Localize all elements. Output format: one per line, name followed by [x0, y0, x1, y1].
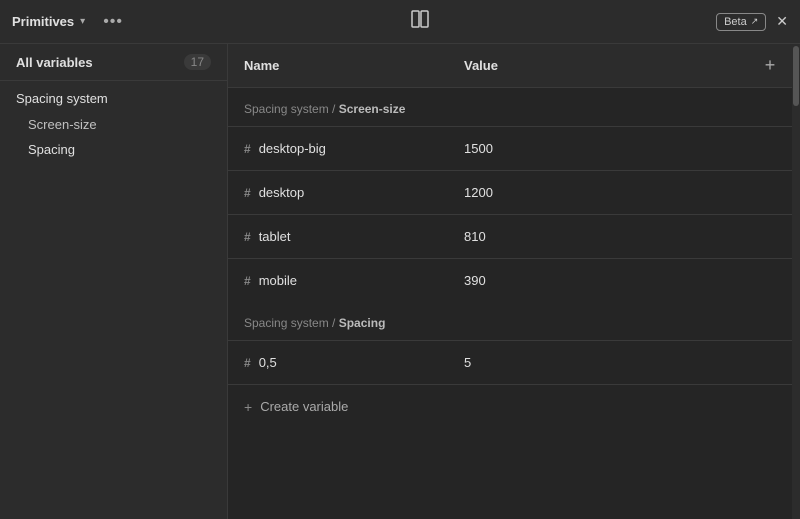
- main-layout: All variables 17 Spacing system Screen-s…: [0, 44, 800, 519]
- hash-icon: #: [244, 186, 251, 200]
- beta-badge[interactable]: Beta ↗: [716, 13, 766, 31]
- table-row[interactable]: # desktop-big 1500: [228, 126, 792, 170]
- beta-label: Beta: [724, 16, 747, 28]
- content-area: Name Value + Spacing system / Screen-siz…: [228, 44, 792, 519]
- layout-icon[interactable]: [410, 9, 430, 34]
- sidebar-group-label[interactable]: Spacing system: [16, 91, 211, 106]
- plus-icon: +: [244, 399, 252, 415]
- scrollbar[interactable]: [792, 44, 800, 519]
- chevron-icon[interactable]: ▾: [80, 16, 85, 27]
- scrollbar-thumb[interactable]: [793, 46, 799, 106]
- row-name: # desktop-big: [228, 141, 448, 156]
- close-button[interactable]: ✕: [776, 13, 788, 30]
- row-name: # tablet: [228, 229, 448, 244]
- table-row[interactable]: # 0,5 5: [228, 340, 792, 384]
- sidebar: All variables 17 Spacing system Screen-s…: [0, 44, 228, 519]
- row-value[interactable]: 390: [448, 273, 748, 288]
- create-variable-row[interactable]: + Create variable: [228, 384, 792, 428]
- row-name: # mobile: [228, 273, 448, 288]
- title-center: [410, 9, 430, 34]
- col-value-header: Value: [448, 58, 748, 73]
- title-bar: Primitives ▾ ••• Beta ↗ ✕: [0, 0, 800, 44]
- add-variable-button[interactable]: +: [748, 44, 792, 87]
- table-row[interactable]: # mobile 390: [228, 258, 792, 302]
- table-header: Name Value +: [228, 44, 792, 88]
- create-variable-label: Create variable: [260, 399, 348, 414]
- section-header-screen-size: Spacing system / Screen-size: [228, 88, 792, 126]
- panel-title: Primitives: [12, 14, 74, 29]
- section-header-spacing: Spacing system / Spacing: [228, 302, 792, 340]
- title-left: Primitives ▾ •••: [12, 13, 123, 31]
- hash-icon: #: [244, 142, 251, 156]
- more-options-icon[interactable]: •••: [103, 13, 123, 31]
- row-value[interactable]: 5: [448, 355, 748, 370]
- sidebar-item-spacing[interactable]: Spacing: [0, 137, 227, 162]
- table-row[interactable]: # tablet 810: [228, 214, 792, 258]
- row-value[interactable]: 1500: [448, 141, 748, 156]
- table-body: Spacing system / Screen-size # desktop-b…: [228, 88, 792, 519]
- row-name: # 0,5: [228, 355, 448, 370]
- all-variables-count: 17: [184, 54, 211, 70]
- row-name: # desktop: [228, 185, 448, 200]
- hash-icon: #: [244, 274, 251, 288]
- row-value[interactable]: 1200: [448, 185, 748, 200]
- sidebar-item-screen-size[interactable]: Screen-size: [0, 112, 227, 137]
- hash-icon: #: [244, 230, 251, 244]
- all-variables-item[interactable]: All variables 17: [0, 44, 227, 81]
- col-name-header: Name: [228, 58, 448, 73]
- title-right: Beta ↗ ✕: [716, 13, 788, 31]
- row-value[interactable]: 810: [448, 229, 748, 244]
- table-row[interactable]: # desktop 1200: [228, 170, 792, 214]
- external-link-icon: ↗: [751, 16, 759, 27]
- sidebar-group-spacing-system: Spacing system: [0, 81, 227, 112]
- all-variables-label: All variables: [16, 55, 93, 70]
- hash-icon: #: [244, 356, 251, 370]
